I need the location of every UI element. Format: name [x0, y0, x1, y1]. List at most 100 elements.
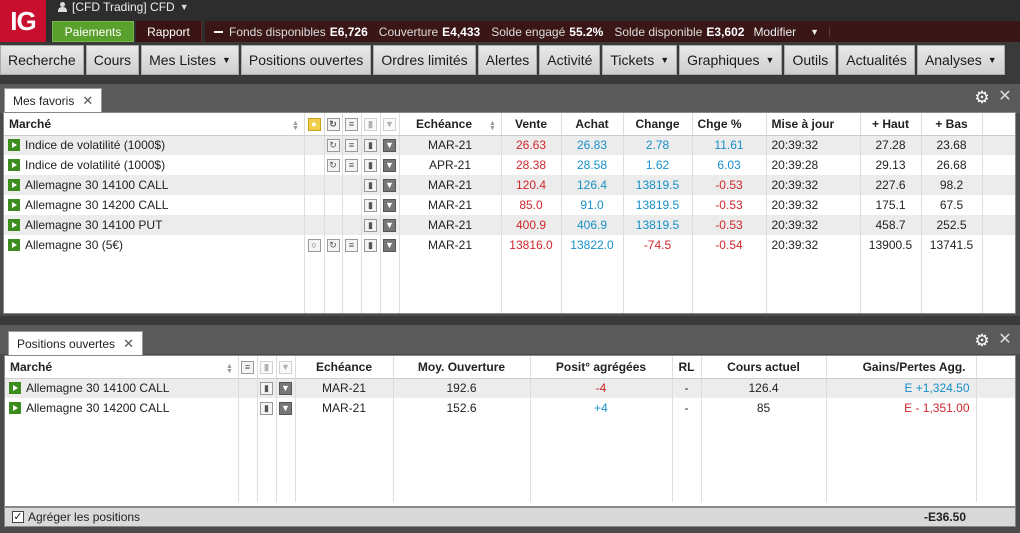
- table-row[interactable]: Indice de volatilité (1000$) ↻ ≡ ▮ ▼ MAR-21 26…: [4, 135, 1015, 155]
- col-buy[interactable]: Achat: [561, 113, 624, 136]
- news-icon[interactable]: ≡: [345, 159, 358, 173]
- refresh-icon[interactable]: ↻: [326, 139, 340, 153]
- close-icon[interactable]: ✕: [998, 332, 1012, 348]
- col-change-pct[interactable]: Chge %: [692, 113, 767, 136]
- play-icon[interactable]: [8, 179, 20, 191]
- col-change[interactable]: Change: [623, 113, 693, 136]
- nav-item-outils[interactable]: Outils: [784, 45, 837, 75]
- sell-price-cell[interactable]: 400.9: [501, 215, 562, 235]
- dropdown-icon[interactable]: ▼: [383, 199, 396, 213]
- chart-icon[interactable]: ▮: [364, 139, 377, 153]
- payments-button[interactable]: Paiements: [52, 21, 134, 42]
- report-button[interactable]: Rapport: [136, 21, 202, 42]
- col-avg-open[interactable]: Moy. Ouverture: [393, 356, 531, 379]
- sell-price-cell[interactable]: 28.38: [501, 155, 562, 175]
- play-icon[interactable]: [8, 239, 20, 251]
- market-cell[interactable]: Allemagne 30 14100 CALL: [5, 378, 239, 398]
- col-low[interactable]: + Bas: [921, 113, 983, 136]
- col-market[interactable]: Marché ▲ ▼: [4, 113, 305, 136]
- col-sell[interactable]: Vente: [501, 113, 562, 136]
- nav-item-alertes[interactable]: Alertes: [477, 45, 538, 75]
- col-aggregated[interactable]: Posit° agrégées: [530, 356, 673, 379]
- col-news-icon[interactable]: ≡: [238, 356, 258, 379]
- sort-icon[interactable]: ▲ ▼: [226, 363, 234, 375]
- nav-item-ordres-limit-s[interactable]: Ordres limités: [373, 45, 476, 75]
- market-cell[interactable]: Indice de volatilité (1000$): [4, 155, 305, 175]
- chart-icon[interactable]: ▮: [364, 159, 377, 173]
- table-row[interactable]: Allemagne 30 (5€) ○ ↻ ≡ ▮ ▼ MAR-21 13816.0 13822…: [4, 235, 1015, 255]
- market-cell[interactable]: Allemagne 30 14200 CALL: [4, 195, 305, 215]
- play-icon[interactable]: [9, 382, 21, 395]
- nav-item-cours[interactable]: Cours: [85, 45, 140, 75]
- buy-price-cell[interactable]: 126.4: [561, 175, 624, 195]
- play-icon[interactable]: [9, 402, 21, 414]
- chart-icon[interactable]: ▮: [364, 179, 377, 193]
- table-row[interactable]: Allemagne 30 14100 CALL ▮ ▼ MAR-21 120.4 126.…: [4, 175, 1015, 195]
- buy-price-cell[interactable]: 406.9: [561, 215, 624, 235]
- tab-favorites[interactable]: Mes favoris ✕: [4, 88, 103, 113]
- col-current-price[interactable]: Cours actuel: [701, 356, 827, 379]
- col-pnl[interactable]: Gains/Pertes Agg.: [826, 356, 977, 379]
- col-expiry[interactable]: Echéance: [295, 356, 394, 379]
- nav-item-positions-ouvertes[interactable]: Positions ouvertes: [240, 45, 372, 75]
- close-icon[interactable]: ✕: [82, 93, 93, 109]
- sort-icon[interactable]: ▲ ▼: [489, 120, 497, 132]
- close-icon[interactable]: ✕: [998, 89, 1012, 105]
- col-high[interactable]: + Haut: [860, 113, 922, 136]
- dropdown-icon[interactable]: ▼: [279, 382, 292, 396]
- sell-price-cell[interactable]: 13816.0: [501, 235, 562, 255]
- nav-item-graphiques[interactable]: Graphiques ▼: [679, 45, 783, 75]
- news-icon[interactable]: ≡: [345, 139, 358, 153]
- chart-icon[interactable]: ▮: [260, 402, 273, 416]
- modify-button[interactable]: Modifier: [753, 25, 796, 39]
- dropdown-icon[interactable]: ▼: [279, 402, 292, 416]
- sort-icon[interactable]: ▲ ▼: [292, 120, 300, 132]
- nav-item-analyses[interactable]: Analyses ▼: [916, 45, 1005, 75]
- table-row[interactable]: Allemagne 30 14200 CALL ▮ ▼ MAR-21 85.0 91.0 1…: [4, 195, 1015, 215]
- nav-item-actualit-s[interactable]: Actualités: [838, 45, 915, 75]
- play-icon[interactable]: [8, 139, 20, 152]
- table-row[interactable]: Allemagne 30 14200 CALL ▮ ▼ MAR-21 152.6 +4-8…: [5, 398, 1015, 418]
- news-icon[interactable]: ≡: [345, 239, 358, 253]
- col-alert-icon[interactable]: ●: [304, 113, 325, 136]
- nav-item-recherche[interactable]: Recherche: [0, 45, 84, 75]
- chart-icon[interactable]: ▮: [364, 199, 377, 213]
- market-cell[interactable]: Allemagne 30 (5€): [4, 235, 305, 255]
- chevron-down-icon[interactable]: ▼: [810, 26, 831, 37]
- dropdown-icon[interactable]: ▼: [383, 239, 396, 253]
- col-update[interactable]: Mise à jour: [766, 113, 861, 136]
- gear-icon[interactable]: ⚙: [974, 332, 990, 349]
- tab-open-positions[interactable]: Positions ouvertes ✕: [8, 331, 143, 355]
- nav-item-tickets[interactable]: Tickets ▼: [602, 45, 678, 75]
- dropdown-icon[interactable]: ▼: [383, 179, 396, 193]
- col-menu-icon[interactable]: ▼: [276, 356, 296, 379]
- play-icon[interactable]: [8, 199, 20, 211]
- play-icon[interactable]: [8, 159, 20, 171]
- close-icon[interactable]: ✕: [123, 336, 134, 352]
- bulb-icon[interactable]: ○: [307, 239, 321, 253]
- col-expiry[interactable]: Echéance ▲ ▼: [399, 113, 502, 136]
- market-cell[interactable]: Indice de volatilité (1000$): [4, 135, 305, 155]
- play-icon[interactable]: [8, 219, 20, 231]
- col-news-icon[interactable]: ≡: [342, 113, 362, 136]
- buy-price-cell[interactable]: 26.83: [561, 135, 624, 155]
- refresh-icon[interactable]: ↻: [326, 159, 340, 173]
- collapse-minus-icon[interactable]: [214, 30, 223, 33]
- col-refresh-icon[interactable]: ↻: [324, 113, 343, 136]
- aggregate-checkbox[interactable]: ✓: [12, 511, 24, 523]
- buy-price-cell[interactable]: 13822.0: [561, 235, 624, 255]
- col-menu-icon[interactable]: ▼: [380, 113, 400, 136]
- col-chart-icon[interactable]: ▮: [361, 113, 381, 136]
- col-market[interactable]: Marché ▲ ▼: [5, 356, 239, 379]
- table-row[interactable]: Allemagne 30 14100 PUT ▮ ▼ MAR-21 400.9 406.9…: [4, 215, 1015, 235]
- chart-icon[interactable]: ▮: [364, 219, 377, 233]
- col-rl[interactable]: RL: [672, 356, 702, 379]
- market-cell[interactable]: Allemagne 30 14200 CALL: [5, 398, 239, 418]
- nav-item-activit-[interactable]: Activité: [539, 45, 601, 75]
- col-chart-icon[interactable]: ▮: [257, 356, 277, 379]
- gear-icon[interactable]: ⚙: [974, 89, 990, 106]
- dropdown-icon[interactable]: ▼: [383, 219, 396, 233]
- dropdown-icon[interactable]: ▼: [383, 159, 396, 173]
- dropdown-icon[interactable]: ▼: [383, 139, 396, 153]
- market-cell[interactable]: Allemagne 30 14100 PUT: [4, 215, 305, 235]
